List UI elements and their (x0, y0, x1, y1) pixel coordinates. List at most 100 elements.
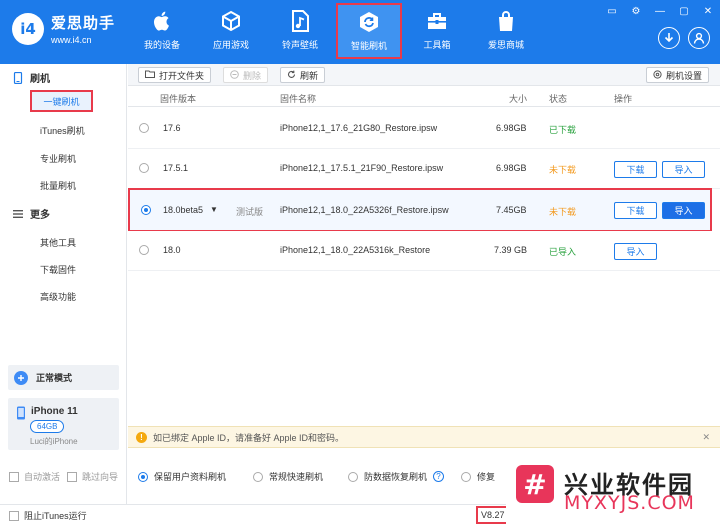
row-radio[interactable] (139, 123, 149, 133)
notice-text: 如已绑定 Apple ID，请准备好 Apple ID和密码。 (153, 432, 345, 443)
beta-tag: 测试版 (236, 207, 264, 217)
chevron-down-icon[interactable]: ▼ (210, 205, 218, 214)
download-button[interactable]: 下载 (614, 161, 657, 178)
maximize-icon[interactable]: ▢ (678, 6, 690, 17)
import-button[interactable]: 导入 (662, 202, 705, 219)
firmware-version: 18.0 (163, 245, 181, 255)
sidebar-item-advanced[interactable]: 高级功能 (40, 290, 76, 303)
sidebar-item-itunes-flash[interactable]: iTunes刷机 (40, 124, 85, 137)
nav-my-device[interactable]: 我的设备 (131, 6, 193, 56)
firmware-status: 未下载 (549, 207, 577, 217)
logo-icon: i4 (12, 12, 44, 45)
firmware-name: iPhone12,1_18.0_22A5326f_Restore.ipsw (280, 205, 449, 215)
window-controls: ▭ ⚙ — ▢ ✕ (606, 6, 714, 17)
nav-smart-flash[interactable]: 智能刷机 (336, 3, 402, 59)
table-row[interactable]: 18.0 iPhone12,1_18.0_22A5316k_Restore 7.… (128, 231, 720, 271)
watermark-logo-icon: # (516, 465, 554, 503)
app-url: www.i4.cn (51, 35, 92, 45)
firmware-version: 18.0beta5 (163, 205, 204, 215)
skip-guide-checkbox[interactable]: 跳过向导 (67, 470, 118, 483)
nav-ringtones-wallpapers[interactable]: 铃声壁纸 (269, 6, 331, 56)
user-circle-icon[interactable] (688, 27, 710, 49)
delete-button[interactable]: 删除 (223, 67, 269, 83)
firmware-name: iPhone12,1_17.6_21G80_Restore.ipsw (280, 123, 438, 133)
mode-indicator: 正常模式 (8, 365, 119, 390)
auto-activate-checkbox[interactable]: 自动激活 (9, 470, 60, 483)
sidebar-item-other-tools[interactable]: 其他工具 (40, 236, 76, 249)
shopping-bag-icon (493, 8, 519, 34)
refresh-icon (287, 70, 296, 81)
toolbox-icon (424, 8, 450, 34)
help-icon[interactable]: ? (433, 471, 445, 482)
refresh-button[interactable]: 刷新 (280, 67, 326, 83)
col-size: 大小 (509, 94, 528, 104)
app-name: 爱思助手 (51, 15, 116, 32)
option-repair[interactable]: 修复 (461, 470, 495, 483)
minimize-icon[interactable]: — (654, 6, 666, 17)
open-folder-button[interactable]: 打开文件夹 (138, 67, 212, 83)
row-radio[interactable] (141, 205, 151, 215)
iphone-icon (17, 406, 25, 420)
app-header: i4 爱思助手 www.i4.cn 我的设备 应用游戏 铃声壁纸 智能刷机 工具… (0, 0, 720, 64)
apple-id-notice: ! 如已绑定 Apple ID，请准备好 Apple ID和密码。 ✕ (128, 426, 720, 448)
firmware-name: iPhone12,1_18.0_22A5316k_Restore (280, 245, 431, 255)
sidebar-section-flash: 刷机 (12, 70, 50, 85)
device-name: iPhone 11 (31, 406, 78, 417)
sidebar-item-download-firmware[interactable]: 下载固件 (40, 263, 76, 276)
sidebar-item-pro-flash[interactable]: 专业刷机 (40, 152, 76, 165)
close-notice-icon[interactable]: ✕ (702, 432, 710, 443)
firmware-size: 6.98GB (496, 163, 527, 173)
toolbar: 打开文件夹 删除 刷新 刷机设置 (128, 64, 720, 86)
table-row[interactable]: 17.5.1 iPhone12,1_17.5.1_21F90_Restore.i… (128, 149, 720, 189)
sidebar: 刷机 一键刷机 iTunes刷机 专业刷机 批量刷机 更多 其他工具 下载固件 … (0, 64, 127, 504)
col-action: 操作 (614, 94, 633, 104)
firmware-status: 未下载 (549, 165, 577, 175)
screen-icon[interactable]: ▭ (606, 6, 618, 17)
device-owner: Luci的iPhone (30, 437, 78, 446)
option-keep-data[interactable]: 保留用户资料刷机 (138, 470, 226, 483)
music-file-icon (287, 8, 313, 34)
row-radio[interactable] (139, 245, 149, 255)
watermark-url: MYXYJS.COM (564, 492, 695, 514)
storage-badge: 64GB (30, 420, 65, 433)
nav-apps-games[interactable]: 应用游戏 (200, 6, 262, 56)
block-itunes-checkbox[interactable]: 阻止iTunes运行 (9, 509, 87, 522)
option-quick-flash[interactable]: 常规快速刷机 (253, 470, 323, 483)
folder-icon (145, 70, 155, 80)
firmware-status: 已导入 (549, 247, 577, 257)
nav-toolbox[interactable]: 工具箱 (406, 6, 468, 56)
firmware-status: 已下载 (549, 125, 577, 135)
option-anti-recovery[interactable]: 防数据恢复刷机 ? (348, 470, 445, 483)
firmware-name: iPhone12,1_17.5.1_21F90_Restore.ipsw (280, 163, 444, 173)
firmware-version: 17.5.1 (163, 163, 189, 173)
download-button[interactable]: 下载 (614, 202, 657, 219)
sidebar-item-batch-flash[interactable]: 批量刷机 (40, 179, 76, 192)
import-button[interactable]: 导入 (662, 161, 705, 178)
mode-icon (14, 370, 28, 385)
app-logo: i4 爱思助手 www.i4.cn (12, 12, 115, 45)
col-name: 固件名称 (280, 94, 317, 104)
download-circle-icon[interactable] (658, 27, 680, 49)
close-icon[interactable]: ✕ (702, 6, 714, 17)
import-button[interactable]: 导入 (614, 243, 657, 260)
flash-settings-button[interactable]: 刷机设置 (646, 67, 710, 83)
warning-icon: ! (136, 431, 147, 443)
firmware-size: 7.39 GB (494, 245, 528, 255)
firmware-size: 6.98GB (496, 123, 527, 133)
cube-icon (218, 8, 244, 34)
sidebar-item-one-click-flash[interactable]: 一键刷机 (30, 90, 93, 112)
firmware-size: 7.45GB (496, 205, 527, 215)
row-radio[interactable] (139, 163, 149, 173)
device-card[interactable]: iPhone 11 64GB Luci的iPhone (8, 398, 119, 450)
col-status: 状态 (549, 94, 568, 104)
apple-icon (149, 8, 175, 34)
table-row[interactable]: 17.6 iPhone12,1_17.6_21G80_Restore.ipsw … (128, 109, 720, 149)
table-row-selected[interactable]: 18.0beta5 ▼ 测试版 iPhone12,1_18.0_22A5326f… (128, 188, 712, 232)
firmware-version: 17.6 (163, 123, 181, 133)
gear-icon (653, 69, 662, 81)
menu-icon (13, 209, 23, 218)
settings-icon[interactable]: ⚙ (630, 6, 642, 17)
delete-icon (230, 69, 239, 81)
col-version: 固件版本 (160, 94, 197, 104)
nav-i4-store[interactable]: 爱思商城 (475, 6, 537, 56)
